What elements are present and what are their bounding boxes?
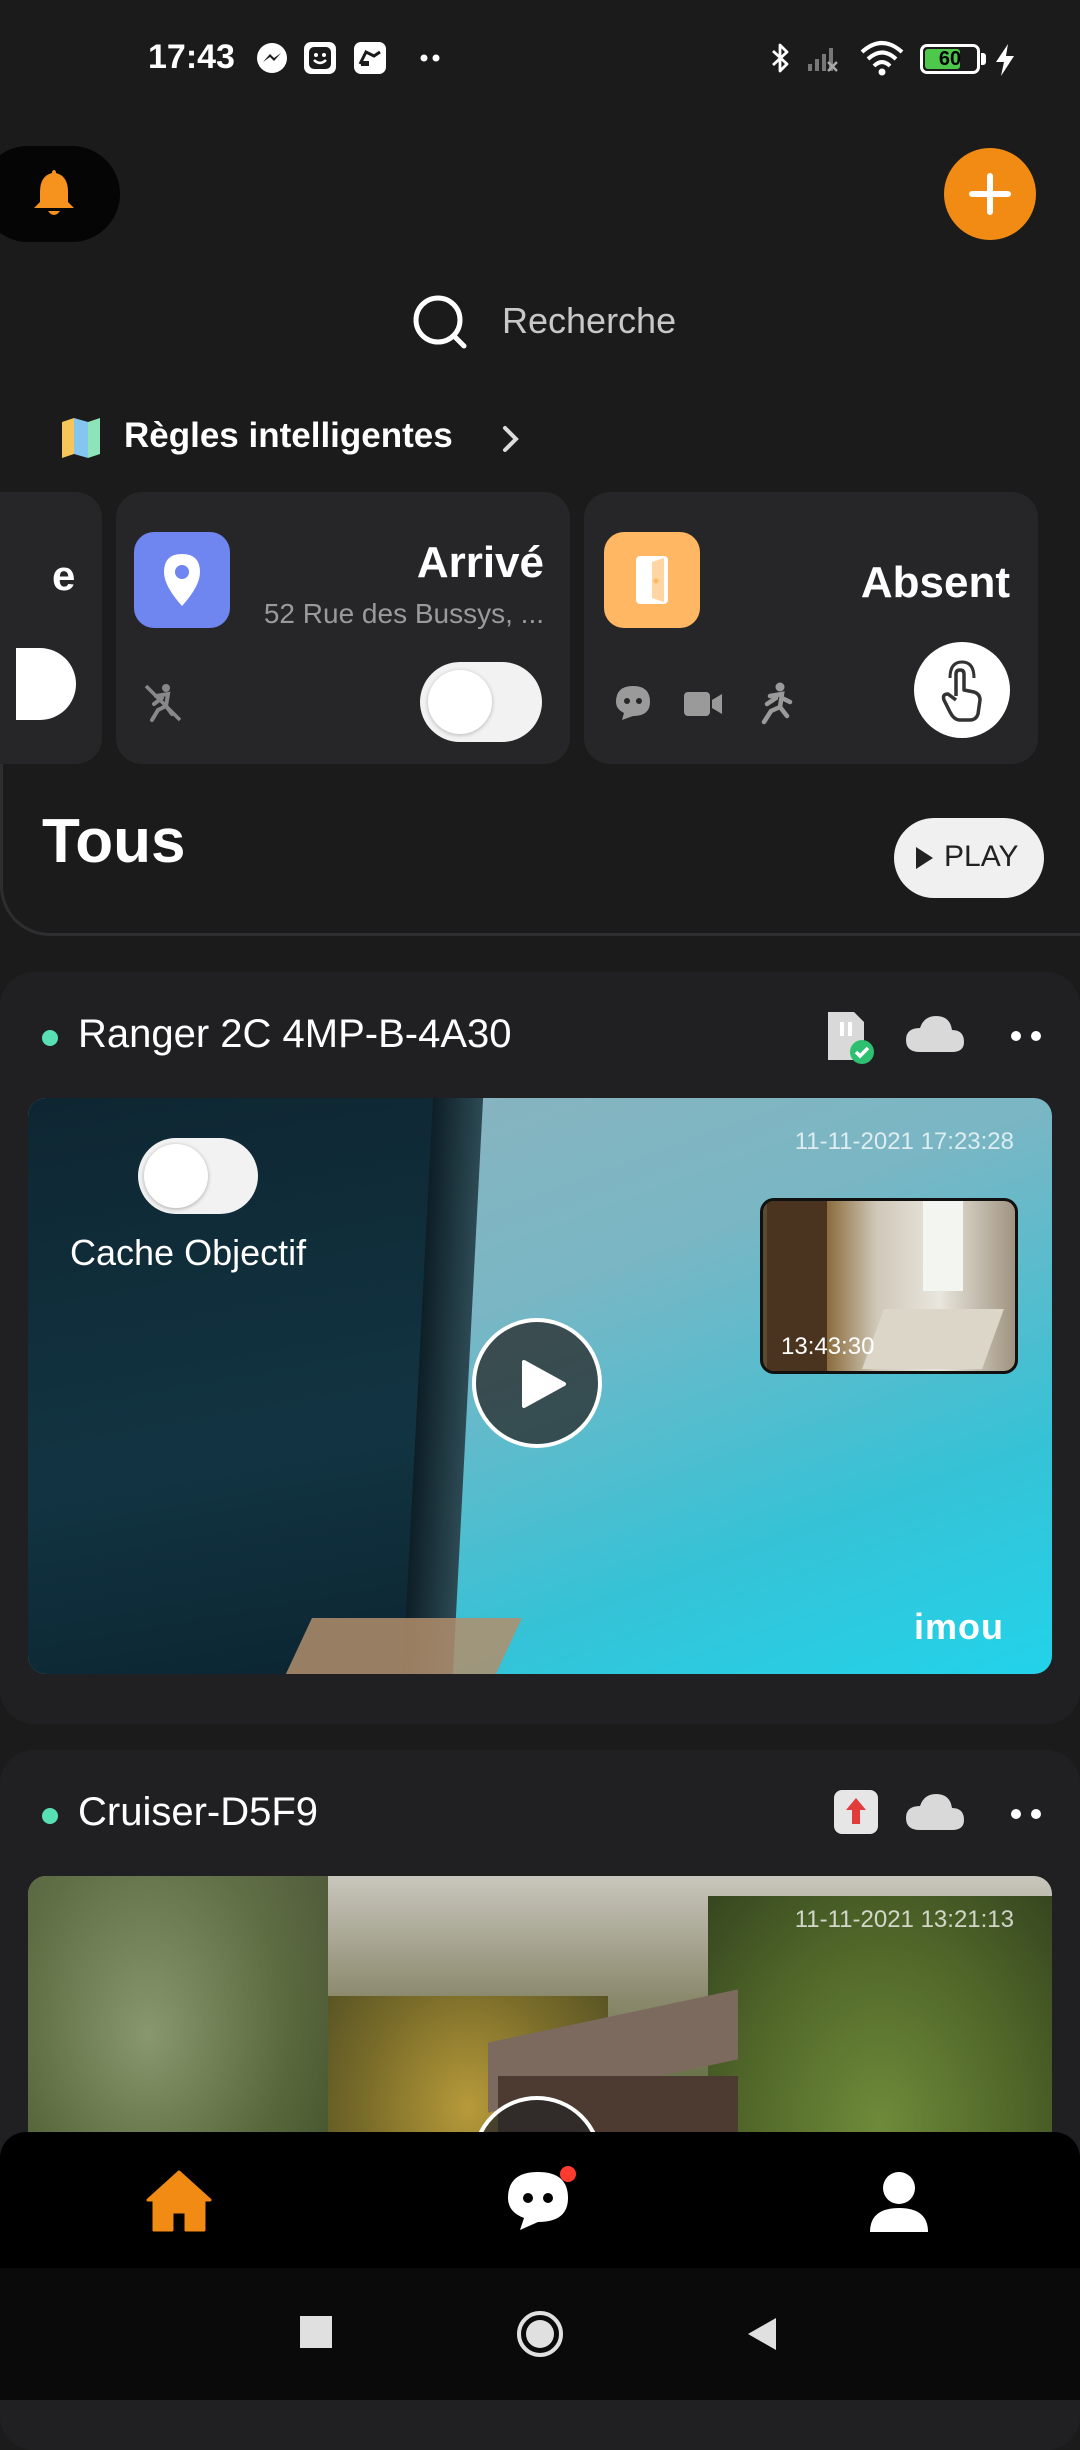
video-camera-icon [684,692,722,716]
rule-absent-run-button[interactable] [914,642,1010,738]
online-status-dot [42,1808,58,1824]
play-small-icon [916,847,933,869]
camera-timestamp: 11-11-2021 17:23:28 [794,1128,1014,1155]
rule-arrive-title: Arrivé [416,538,544,587]
search-placeholder: Recherche [502,300,677,341]
recents-button[interactable] [300,2316,332,2348]
section-title: Tous [42,807,186,876]
play-video-button[interactable] [472,1318,602,1448]
rule-card-arrive[interactable]: Arrivé 52 Rue des Bussys, ... [116,492,570,764]
home-tab-icon[interactable] [144,2168,214,2234]
status-bar: 17:43 60 [0,0,1080,120]
bell-icon [34,170,74,215]
profile-tab-icon[interactable] [864,2166,934,2236]
signal-icon [808,48,838,72]
rule-card-absent[interactable]: Absent [584,492,1038,764]
search-icon [413,295,467,349]
tap-hand-icon [941,660,982,722]
brand-logo: imou [914,1606,1004,1647]
smart-rules-header[interactable]: Règles intelligentes [58,410,578,466]
lens-cover-label: Cache Objectif [70,1232,307,1273]
play-all-label: PLAY [944,840,1019,873]
face-app-icon [304,42,336,74]
device-card: Ranger 2C 4MP-B-4A30 11-11-2021 17:23:28… [0,972,1080,1724]
message-bubble-icon [616,686,650,720]
map-book-icon [62,418,100,458]
camera-preview[interactable]: 11-11-2021 17:23:28 13:43:30 Cache Objec… [28,1098,1052,1674]
rule-arrive-subtitle: 52 Rue des Bussys, ... [263,598,544,629]
upload-alert-icon[interactable] [830,1786,882,1838]
last-event-thumbnail[interactable]: 13:43:30 [760,1198,1018,1374]
plus-icon [969,173,1011,215]
cloud-icon[interactable] [904,1012,966,1058]
location-icon-tile [134,532,230,628]
play-all-button[interactable]: PLAY [894,818,1044,898]
alarm-bell-button[interactable] [0,146,120,242]
door-exit-icon [636,556,668,604]
back-button[interactable] [740,2312,784,2356]
system-navigation-bar [0,2268,1080,2400]
charging-icon [996,44,1014,76]
rule-absent-title: Absent [860,558,1010,607]
cloud-icon[interactable] [904,1790,966,1836]
sd-card-status-icon[interactable] [818,1008,876,1066]
motion-off-icon [144,684,182,722]
device-name[interactable]: Cruiser-D5F9 [78,1790,318,1835]
rule-card-partial-toggle[interactable] [16,648,76,720]
lens-cover-toggle[interactable] [138,1138,258,1214]
rule-card-partial[interactable]: e [0,492,102,764]
cast-app-icon [354,42,386,74]
messages-tab-icon[interactable] [502,2160,582,2236]
chevron-right-icon [503,426,519,452]
search-bar[interactable]: Recherche [410,288,690,354]
camera-timestamp: 11-11-2021 13:21:13 [794,1906,1014,1933]
online-status-dot [42,1030,58,1046]
bottom-navigation [0,2132,1080,2268]
rule-card-partial-title: e [52,552,76,599]
smart-rules-title: Règles intelligentes [124,416,453,455]
add-device-button[interactable] [944,148,1036,240]
more-options-icon[interactable] [1006,1024,1046,1048]
more-options-icon[interactable] [1006,1802,1046,1826]
door-icon-tile [604,532,700,628]
thumbnail-time: 13:43:30 [781,1333,875,1360]
more-dots-icon [420,54,440,62]
motion-detect-icon [761,682,793,725]
device-name[interactable]: Ranger 2C 4MP-B-4A30 [78,1012,512,1057]
play-icon [522,1360,566,1408]
status-time: 17:43 [148,38,235,76]
wifi-icon [860,41,904,76]
rule-arrive-toggle[interactable] [420,662,542,742]
messenger-icon [257,43,287,73]
home-button[interactable] [514,2308,566,2360]
bluetooth-icon [772,43,789,73]
battery-level: 60 [938,48,962,70]
location-pin-icon [164,554,200,606]
battery-icon: 60 [920,44,980,74]
